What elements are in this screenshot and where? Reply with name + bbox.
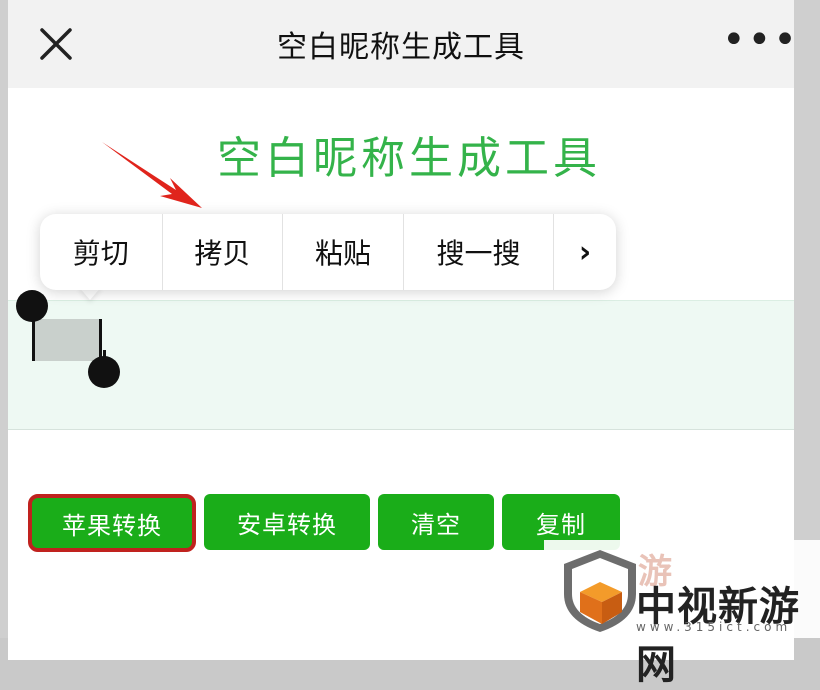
clear-button[interactable]: 清空 bbox=[378, 494, 494, 550]
selection-handle-end[interactable] bbox=[88, 356, 120, 388]
chevron-right-icon[interactable]: › bbox=[554, 214, 616, 290]
watermark-logo-icon bbox=[564, 550, 636, 632]
apple-convert-button[interactable]: 苹果转换 bbox=[28, 494, 196, 552]
action-button-row: 苹果转换 安卓转换 清空 复制 bbox=[28, 494, 628, 552]
red-arrow-annotation-icon bbox=[102, 142, 202, 208]
text-selection-highlight bbox=[32, 319, 102, 361]
screen-edge-left bbox=[0, 0, 8, 638]
more-options-icon[interactable]: ••• bbox=[722, 20, 794, 60]
menu-item-cut[interactable]: 剪切 bbox=[40, 214, 163, 290]
watermark-url: www.315ict.com bbox=[636, 620, 792, 634]
navbar-title: 空白昵称生成工具 bbox=[277, 30, 525, 65]
text-context-menu: 剪切 拷贝 粘贴 搜一搜 › bbox=[40, 214, 616, 290]
top-navbar: 空白昵称生成工具 ••• bbox=[8, 0, 794, 88]
menu-item-search[interactable]: 搜一搜 bbox=[404, 214, 555, 290]
site-watermark: 游 中视新游网 www.315ict.com bbox=[544, 540, 820, 688]
android-convert-button[interactable]: 安卓转换 bbox=[204, 494, 370, 550]
menu-item-copy[interactable]: 拷贝 bbox=[163, 214, 284, 290]
selection-handle-start[interactable] bbox=[16, 290, 48, 322]
nickname-textarea[interactable] bbox=[8, 300, 794, 430]
menu-item-paste[interactable]: 粘贴 bbox=[283, 214, 404, 290]
